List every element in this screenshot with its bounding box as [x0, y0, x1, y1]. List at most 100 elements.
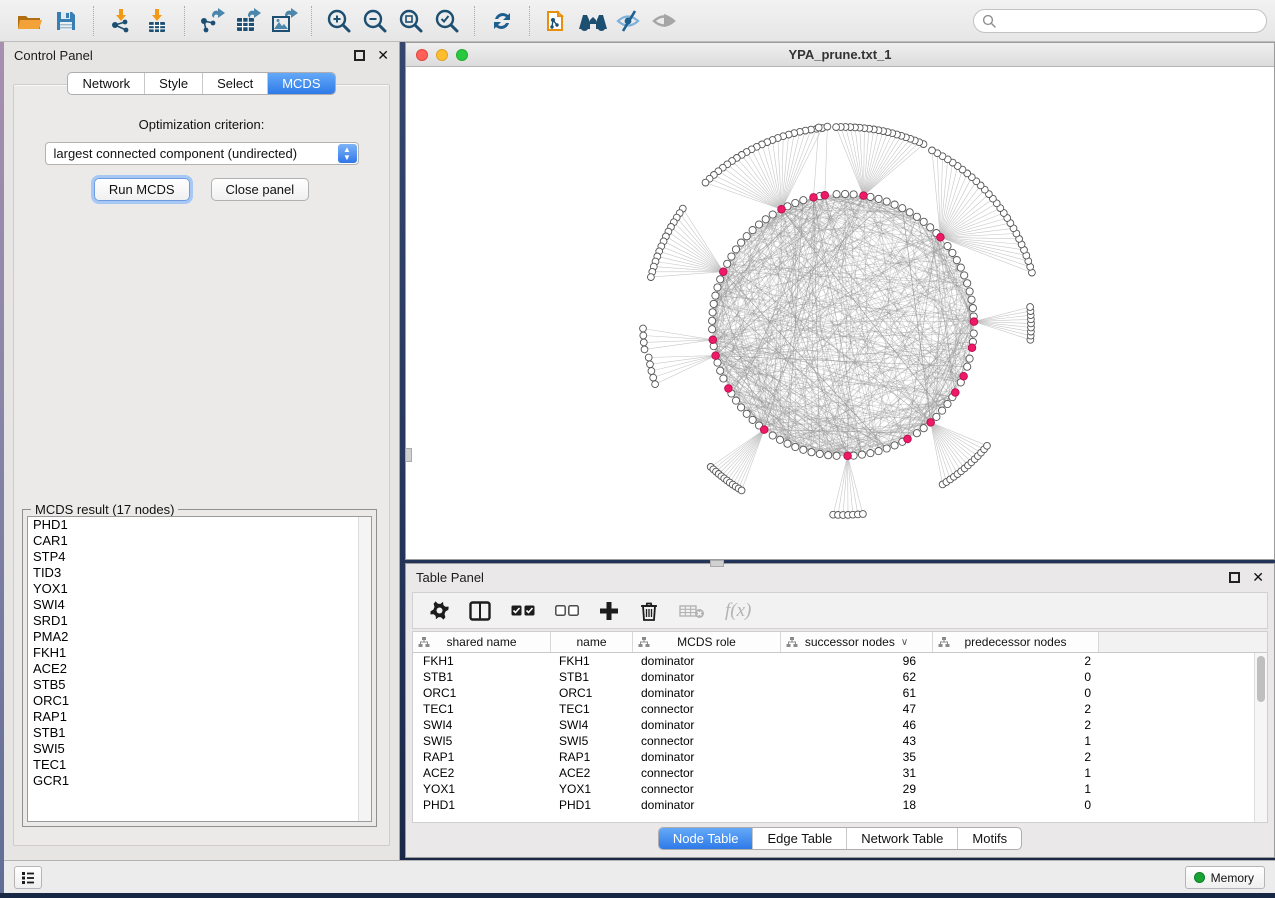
leaf-node[interactable]: [1027, 304, 1034, 311]
table-row[interactable]: SWI5SWI5connector431: [413, 733, 1267, 749]
network-node[interactable]: [738, 404, 745, 411]
network-node[interactable]: [906, 209, 913, 216]
network-node[interactable]: [776, 436, 783, 443]
column-header-shared-name[interactable]: shared name: [413, 632, 551, 652]
search-input[interactable]: [973, 9, 1267, 33]
table-row[interactable]: RAP1RAP1dominator352: [413, 749, 1267, 765]
network-node[interactable]: [949, 249, 956, 256]
network-node[interactable]: [720, 375, 727, 382]
network-node[interactable]: [825, 452, 832, 459]
network-node[interactable]: [709, 309, 716, 316]
network-node[interactable]: [944, 242, 951, 249]
float-window-icon[interactable]: [1229, 572, 1240, 583]
mcds-list-scrollbar[interactable]: [358, 517, 371, 821]
tab-node-table[interactable]: Node Table: [659, 828, 753, 849]
leaf-node[interactable]: [650, 374, 657, 381]
network-node[interactable]: [920, 425, 927, 432]
network-node[interactable]: [966, 288, 973, 295]
network-node[interactable]: [970, 330, 977, 337]
mcds-result-item[interactable]: SRD1: [28, 613, 371, 629]
mcds-result-item[interactable]: GCR1: [28, 773, 371, 789]
mcds-result-item[interactable]: YOX1: [28, 581, 371, 597]
mcds-selected-node[interactable]: [844, 452, 852, 460]
network-node[interactable]: [899, 205, 906, 212]
network-node[interactable]: [867, 450, 874, 457]
zoom-selected-button[interactable]: [429, 5, 465, 37]
maximize-window-icon[interactable]: [456, 49, 468, 61]
leaf-node[interactable]: [640, 325, 647, 332]
leaf-node[interactable]: [833, 124, 840, 131]
network-canvas[interactable]: [406, 67, 1274, 559]
table-row[interactable]: ACE2ACE2connector311: [413, 765, 1267, 781]
mcds-result-item[interactable]: PMA2: [28, 629, 371, 645]
zoom-fit-button[interactable]: [393, 5, 429, 37]
leaf-node[interactable]: [647, 361, 654, 368]
import-network-button[interactable]: [103, 5, 139, 37]
add-row-button[interactable]: [599, 601, 619, 621]
splitter-handle[interactable]: [710, 560, 724, 567]
delete-button[interactable]: [639, 601, 659, 621]
optimization-select[interactable]: largest connected component (undirected)…: [45, 142, 359, 165]
gear-button[interactable]: [429, 601, 449, 620]
network-node[interactable]: [964, 280, 971, 287]
network-node[interactable]: [732, 397, 739, 404]
network-node[interactable]: [875, 195, 882, 202]
tab-edge-table[interactable]: Edge Table: [752, 828, 846, 849]
mcds-result-item[interactable]: TID3: [28, 565, 371, 581]
function-builder-button[interactable]: f(x): [725, 600, 751, 622]
mcds-result-item[interactable]: TEC1: [28, 757, 371, 773]
mcds-selected-node[interactable]: [904, 435, 912, 443]
export-image-button[interactable]: [266, 5, 302, 37]
network-node[interactable]: [968, 296, 975, 303]
tab-select[interactable]: Select: [202, 73, 267, 94]
network-node[interactable]: [769, 432, 776, 439]
network-node[interactable]: [762, 216, 769, 223]
network-node[interactable]: [710, 300, 717, 307]
save-button[interactable]: [48, 5, 84, 37]
column-header-predecessor-nodes[interactable]: predecessor nodes: [933, 632, 1099, 652]
mcds-result-list[interactable]: PHD1CAR1STP4TID3YOX1SWI4SRD1PMA2FKH1ACE2…: [27, 516, 372, 822]
clone-network-button[interactable]: [539, 5, 575, 37]
network-node[interactable]: [920, 218, 927, 225]
export-table-button[interactable]: [230, 5, 266, 37]
network-node[interactable]: [717, 367, 724, 374]
table-row[interactable]: ORC1ORC1dominator610: [413, 685, 1267, 701]
network-node[interactable]: [743, 410, 750, 417]
table-scrollbar-thumb[interactable]: [1257, 656, 1265, 702]
task-history-button[interactable]: [14, 866, 42, 889]
tab-motifs[interactable]: Motifs: [957, 828, 1021, 849]
mcds-result-item[interactable]: STP4: [28, 549, 371, 565]
table-scrollbar[interactable]: [1254, 653, 1267, 822]
float-window-icon[interactable]: [354, 50, 365, 61]
mcds-selected-node[interactable]: [968, 344, 976, 352]
mcds-selected-node[interactable]: [712, 352, 720, 360]
mcds-result-item[interactable]: SWI5: [28, 741, 371, 757]
network-node[interactable]: [883, 198, 890, 205]
mcds-result-item[interactable]: STB1: [28, 725, 371, 741]
network-node[interactable]: [769, 211, 776, 218]
network-node[interactable]: [933, 413, 940, 420]
network-node[interactable]: [714, 284, 721, 291]
zoom-out-button[interactable]: [357, 5, 393, 37]
mcds-selected-node[interactable]: [709, 336, 717, 344]
network-node[interactable]: [867, 193, 874, 200]
mcds-selected-node[interactable]: [927, 419, 935, 427]
network-node[interactable]: [969, 305, 976, 312]
network-node[interactable]: [939, 407, 946, 414]
column-header-name[interactable]: name: [551, 632, 633, 652]
network-node[interactable]: [724, 260, 731, 267]
export-network-button[interactable]: [194, 5, 230, 37]
minimize-window-icon[interactable]: [436, 49, 448, 61]
network-node[interactable]: [749, 416, 756, 423]
network-node[interactable]: [712, 292, 719, 299]
mcds-selected-node[interactable]: [810, 194, 818, 202]
tab-style[interactable]: Style: [144, 73, 202, 94]
mcds-result-item[interactable]: ACE2: [28, 661, 371, 677]
table-row[interactable]: TEC1TEC1connector472: [413, 701, 1267, 717]
network-node[interactable]: [738, 239, 745, 246]
mcds-selected-node[interactable]: [937, 234, 945, 242]
network-node[interactable]: [800, 197, 807, 204]
close-panel-button[interactable]: Close panel: [211, 178, 310, 201]
mcds-result-item[interactable]: SWI4: [28, 597, 371, 613]
network-node[interactable]: [858, 451, 865, 458]
